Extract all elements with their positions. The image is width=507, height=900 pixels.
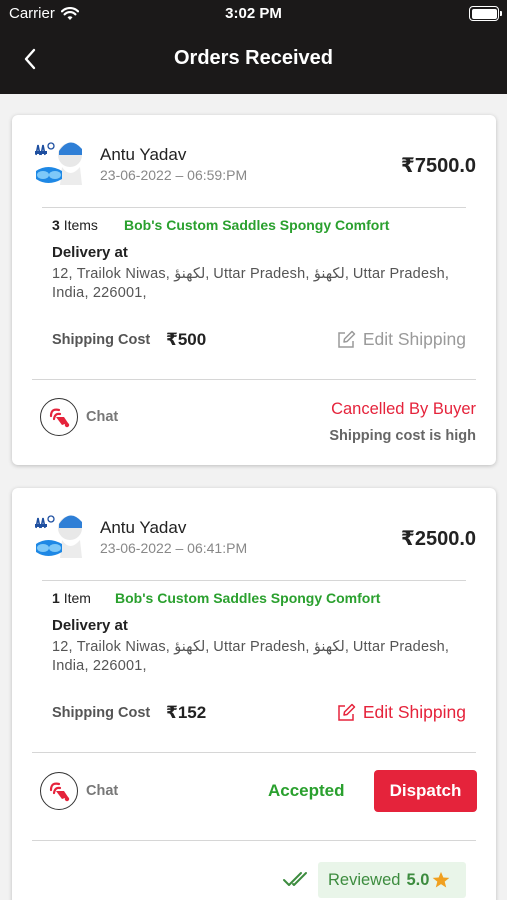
item-count-number: 1 xyxy=(52,590,60,606)
battery-icon xyxy=(469,6,502,21)
chat-icon xyxy=(40,772,78,810)
shipping-cost-label: Shipping Cost xyxy=(52,705,151,721)
buyer-name: Antu Yadav xyxy=(100,145,187,164)
chat-button[interactable]: Chat xyxy=(40,398,118,436)
order-price: ₹2500.0 xyxy=(400,528,476,550)
buyer-name: Antu Yadav xyxy=(100,518,187,537)
edit-icon xyxy=(338,703,356,721)
order-datetime: 23-06-2022 – 06:59:PM xyxy=(100,167,248,183)
product-avatar xyxy=(35,515,82,558)
chat-label: Chat xyxy=(86,783,119,799)
item-count-unit: Item xyxy=(63,590,91,606)
review-score: 5.0 xyxy=(406,870,430,889)
delivery-label: Delivery at xyxy=(52,244,128,261)
item-count: 3 Items xyxy=(52,217,98,233)
chat-button[interactable]: Chat xyxy=(40,772,118,810)
product-name[interactable]: Bob's Custom Saddles Spongy Comfort xyxy=(124,217,389,233)
order-status: Accepted xyxy=(268,781,345,800)
product-avatar xyxy=(35,142,82,185)
page-title: Orders Received xyxy=(174,47,333,69)
chat-label: Chat xyxy=(86,409,119,425)
edit-shipping-label: Edit Shipping xyxy=(362,329,466,349)
status-reason: Shipping cost is high xyxy=(329,428,476,444)
divider xyxy=(42,580,466,581)
shipping-cost-label: Shipping Cost xyxy=(52,332,151,348)
item-count: 1 Item xyxy=(52,590,91,606)
item-count-unit: Items xyxy=(63,217,98,233)
product-name[interactable]: Bob's Custom Saddles Spongy Comfort xyxy=(115,590,380,606)
double-check-icon xyxy=(283,872,307,886)
order-card: Antu Yadav 23-06-2022 – 06:59:PM ₹7500.0… xyxy=(12,115,496,465)
shipping-cost-value: ₹152 xyxy=(166,703,207,722)
edit-shipping-label: Edit Shipping xyxy=(362,702,466,722)
order-price: ₹7500.0 xyxy=(400,155,476,177)
review-label: Reviewed xyxy=(328,870,401,889)
divider xyxy=(32,379,476,380)
status-time: 3:02 PM xyxy=(225,5,282,22)
order-status: Cancelled By Buyer xyxy=(331,400,476,418)
dispatch-button[interactable]: Dispatch xyxy=(374,770,477,812)
edit-icon xyxy=(338,330,356,348)
delivery-address: 12, Trailok Niwas, لکھنؤ, Uttar Pradesh,… xyxy=(52,639,450,674)
edit-shipping-button[interactable]: Edit Shipping xyxy=(336,702,466,723)
divider xyxy=(32,752,476,753)
delivery-label: Delivery at xyxy=(52,617,128,634)
divider xyxy=(42,207,466,208)
order-card: Antu Yadav 23-06-2022 – 06:41:PM ₹2500.0… xyxy=(12,488,496,900)
review-badge[interactable]: Reviewed 5.0 xyxy=(318,862,466,898)
delivery-address: 12, Trailok Niwas, لکھنؤ, Uttar Pradesh,… xyxy=(52,266,450,301)
divider xyxy=(32,840,476,841)
shipping-cost-value: ₹500 xyxy=(166,330,207,349)
item-count-number: 3 xyxy=(52,217,60,233)
star-icon xyxy=(433,871,450,888)
order-datetime: 23-06-2022 – 06:41:PM xyxy=(100,540,248,556)
top-bar: Carrier 3:02 PM Orders Received xyxy=(0,0,507,94)
status-bar: Carrier 3:02 PM xyxy=(0,0,507,28)
edit-shipping-button[interactable]: Edit Shipping xyxy=(336,329,466,350)
chat-icon xyxy=(40,398,78,436)
